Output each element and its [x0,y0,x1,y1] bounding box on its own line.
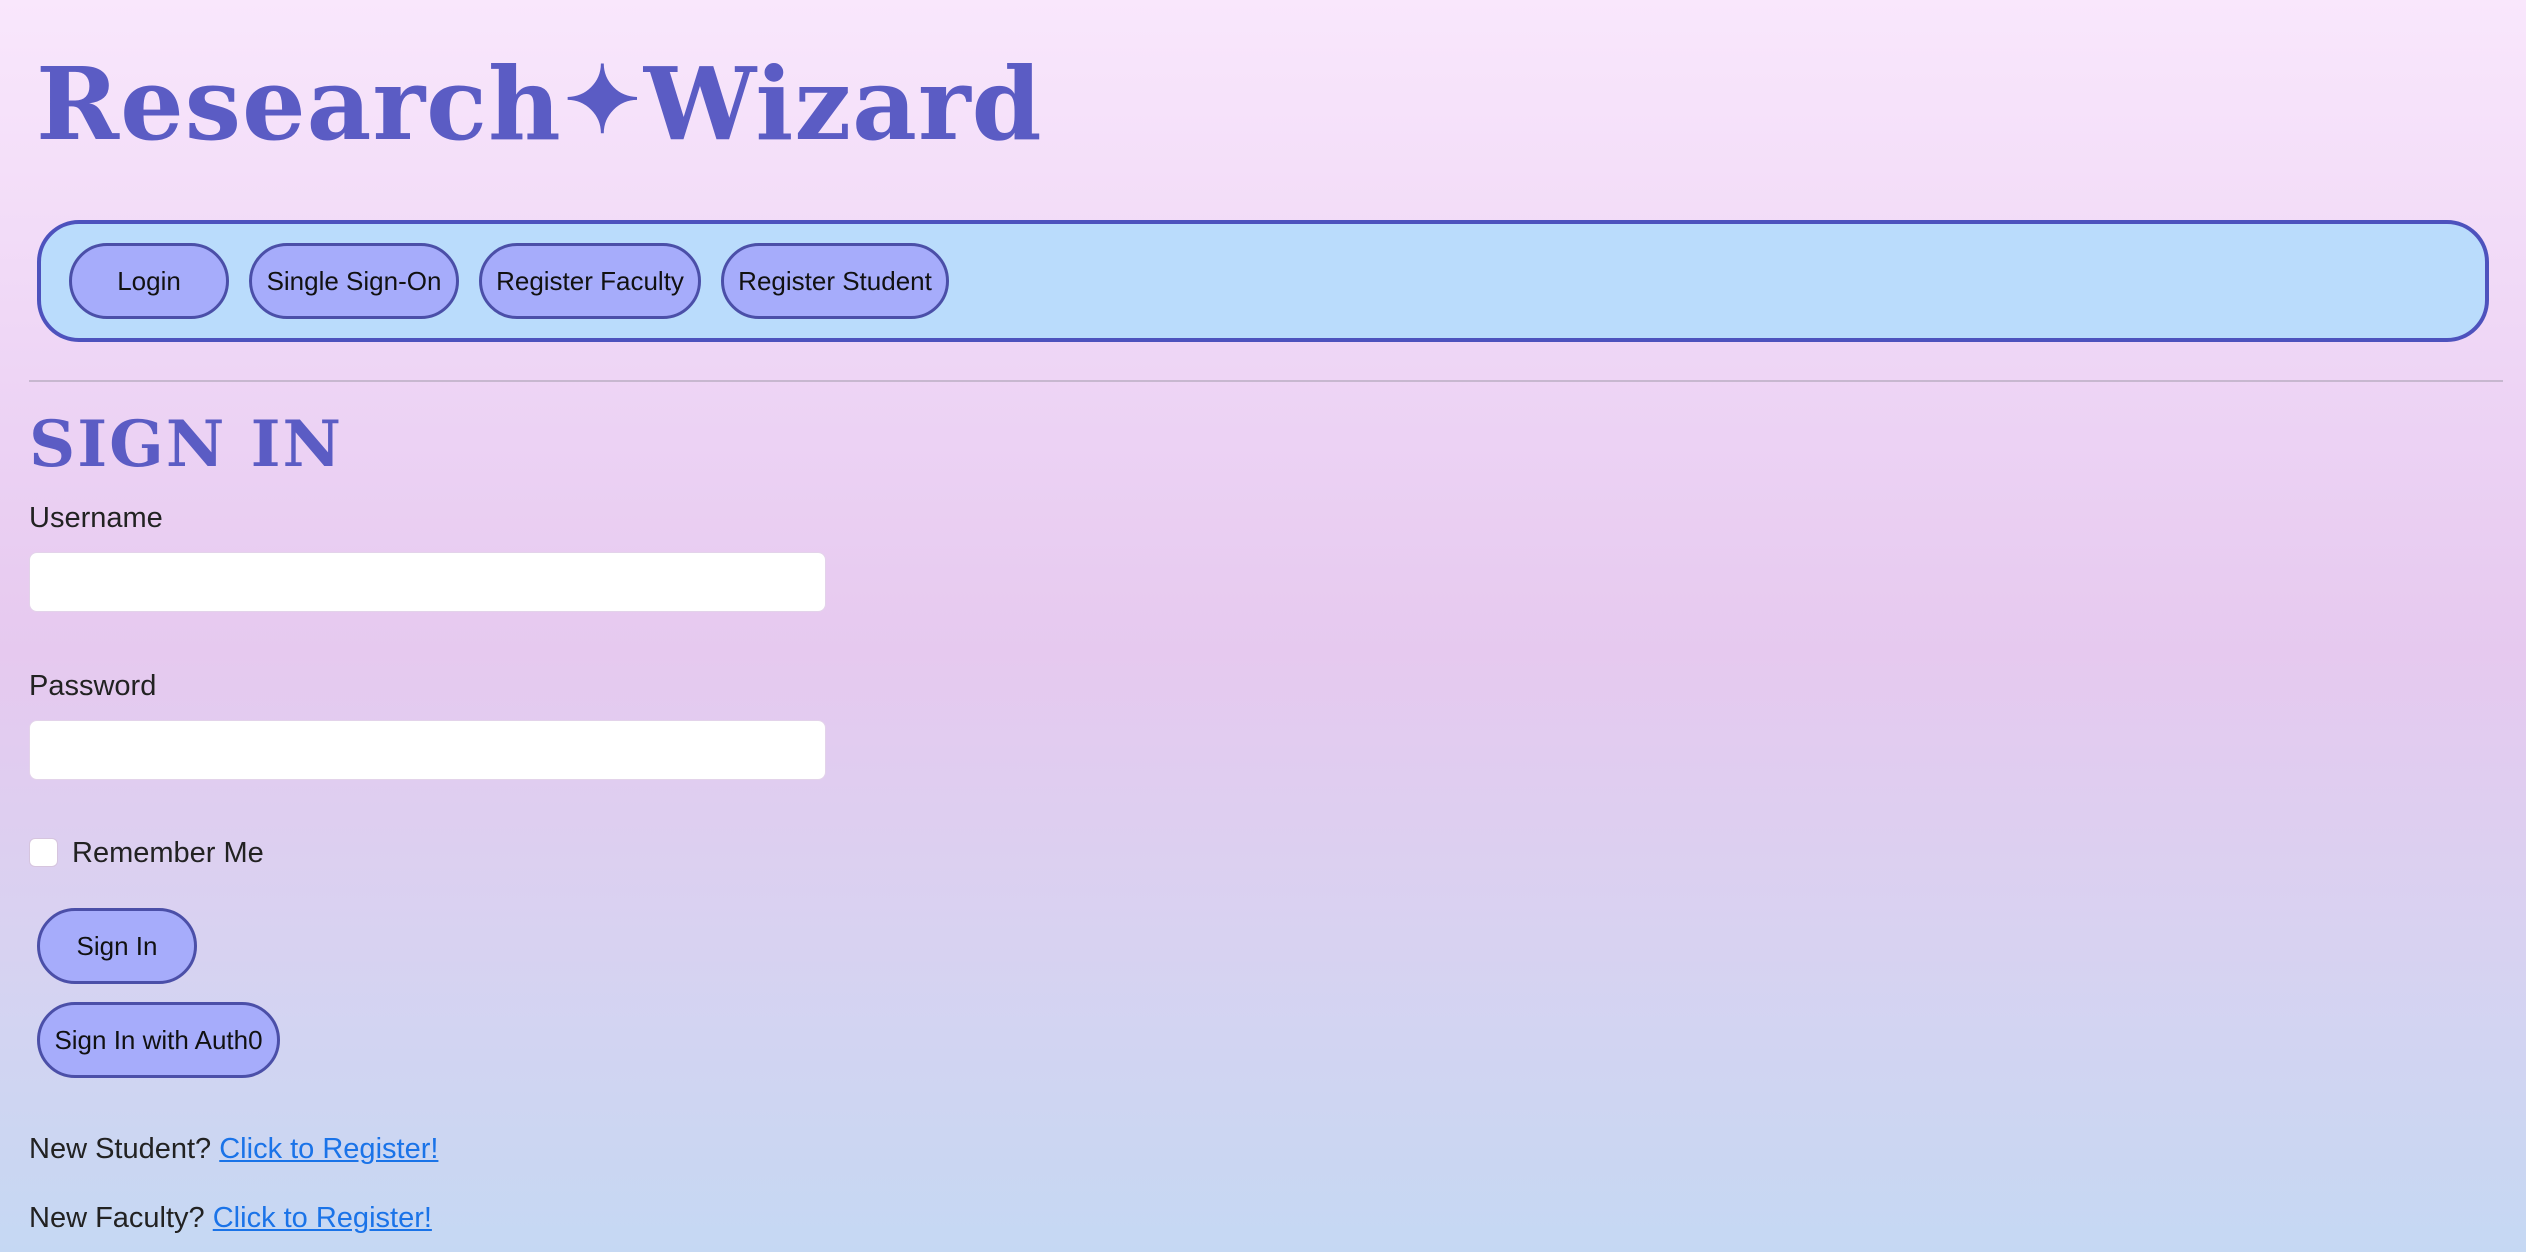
new-student-text: New Student? [29,1133,212,1165]
remember-me-label[interactable]: Remember Me [72,835,264,871]
password-label: Password [29,670,157,702]
username-label: Username [29,502,163,534]
sparkle-icon: ✦ [563,46,642,154]
sign-in-button[interactable]: Sign In [37,908,197,984]
nav-register-student-button[interactable]: Register Student [721,243,949,319]
register-faculty-link[interactable]: Click to Register! [213,1202,432,1234]
site-logo: Research ✦ Wizard [36,44,1043,164]
nav-single-sign-on-button[interactable]: Single Sign-On [249,243,459,319]
username-input[interactable] [29,552,826,612]
new-faculty-text: New Faculty? [29,1202,205,1234]
nav-login-button[interactable]: Login [69,243,229,319]
section-divider [29,380,2503,382]
page-title: SIGN IN [29,407,344,482]
sign-in-with-auth0-button[interactable]: Sign In with Auth0 [37,1002,280,1078]
register-student-link[interactable]: Click to Register! [219,1133,438,1165]
logo-text-wizard: Wizard [643,45,1043,163]
new-faculty-prompt: New Faculty? Click to Register! [29,1200,432,1236]
remember-me-checkbox[interactable] [29,838,58,867]
top-navigation-bar: Login Single Sign-On Register Faculty Re… [37,220,2489,342]
new-student-prompt: New Student? Click to Register! [29,1131,438,1167]
nav-register-faculty-button[interactable]: Register Faculty [479,243,701,319]
password-input[interactable] [29,720,826,780]
logo-text-research: Research [36,45,562,163]
